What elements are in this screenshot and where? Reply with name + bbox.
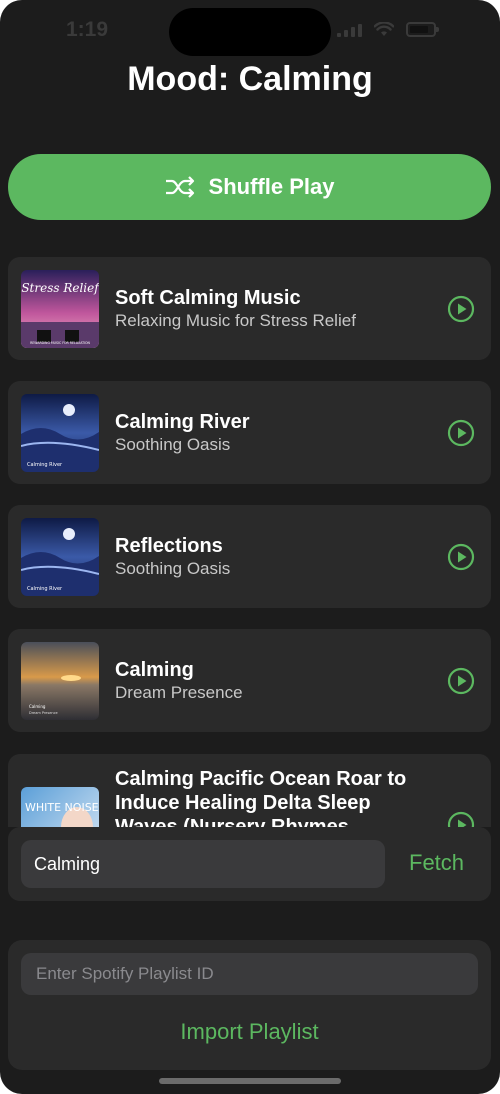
battery-icon (406, 22, 439, 37)
track-artist: Soothing Oasis (115, 435, 231, 454)
wifi-icon (374, 22, 394, 36)
track-list[interactable]: Stress Relief REWARDING MUSIC FOR RELAXA… (8, 257, 491, 827)
track-artist: Dream Presence (115, 683, 243, 702)
page-title: Mood: Calming (127, 60, 373, 98)
album-art-text: WHITE NOISE (25, 801, 99, 814)
status-icons (337, 22, 439, 37)
play-icon[interactable] (447, 419, 475, 447)
track-item[interactable]: WHITE NOISE Calming Pacific Ocean Roar t… (8, 754, 491, 827)
track-item[interactable]: Calming Dream Presence Calming Dream Pre… (8, 629, 491, 732)
album-art: WHITE NOISE (21, 787, 99, 827)
album-art-caption: REWARDING MUSIC FOR RELAXATION (30, 341, 90, 345)
track-title: Calming (115, 659, 194, 681)
track-artist: Relaxing Music for Stress Relief (115, 311, 356, 330)
playlist-id-input[interactable] (21, 953, 478, 995)
track-title: Calming Pacific Ocean Roar to Induce Hea… (115, 768, 407, 827)
import-playlist-button[interactable]: Import Playlist (8, 1019, 491, 1045)
album-art-text: Stress Relief (21, 281, 99, 295)
album-art-caption: Dream Presence (29, 711, 58, 715)
album-art-text: Calming River (27, 586, 63, 592)
album-art: Stress Relief REWARDING MUSIC FOR RELAXA… (21, 270, 99, 348)
track-item[interactable]: Calming River Calming River Soothing Oas… (8, 381, 491, 484)
track-artist: Soothing Oasis (115, 559, 231, 578)
app-screen: 1:19 Mood: Calming Shuffle Play Stress R… (0, 0, 500, 1094)
playlist-import-panel: Import Playlist (8, 940, 491, 1070)
track-item[interactable]: Calming River Reflections Soothing Oasis (8, 505, 491, 608)
album-art: Calming Dream Presence (21, 642, 99, 720)
track-item[interactable]: Stress Relief REWARDING MUSIC FOR RELAXA… (8, 257, 491, 360)
play-icon[interactable] (447, 543, 475, 571)
play-icon[interactable] (447, 811, 475, 827)
album-art-text: Calming River (27, 462, 63, 468)
status-time: 1:19 (66, 18, 109, 41)
track-title: Calming River (115, 411, 250, 433)
status-bar: 1:19 (0, 0, 500, 62)
home-indicator[interactable] (159, 1078, 341, 1084)
mood-input[interactable] (21, 840, 385, 888)
cellular-signal-icon (337, 23, 362, 37)
shuffle-play-label: Shuffle Play (208, 174, 335, 199)
play-icon[interactable] (447, 295, 475, 323)
track-title: Reflections (115, 535, 223, 557)
mood-fetch-panel: Fetch (8, 827, 491, 901)
shuffle-icon (165, 176, 194, 198)
track-title: Soft Calming Music (115, 287, 301, 309)
fetch-button[interactable]: Fetch (409, 850, 464, 876)
album-art: Calming River (21, 394, 99, 472)
play-icon[interactable] (447, 667, 475, 695)
dynamic-island (169, 8, 331, 56)
shuffle-play-button[interactable]: Shuffle Play (8, 154, 491, 220)
album-art: Calming River (21, 518, 99, 596)
album-art-text: Calming (29, 704, 46, 709)
